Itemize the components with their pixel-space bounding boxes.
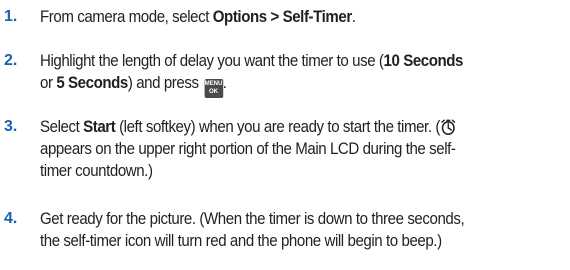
self-timer-icon	[441, 119, 456, 135]
start-softkey-label: Start	[83, 118, 116, 136]
step-text: Highlight the length of delay you want t…	[40, 50, 533, 98]
step-text-segment: or	[40, 74, 57, 92]
step-number: 3.	[4, 118, 18, 135]
step-text: From camera mode, select Options > Self-…	[40, 6, 533, 28]
step-text: Get ready for the picture. (When the tim…	[40, 208, 533, 252]
step-text: Select Start (left softkey) when you are…	[40, 116, 533, 182]
step-text-segment: the self-timer icon will turn red and th…	[40, 232, 442, 250]
option-10-seconds: 10 Seconds	[383, 52, 464, 70]
step-text-segment: (left softkey) when you are ready to sta…	[115, 118, 440, 136]
menu-path: Options > Self-Timer	[212, 8, 352, 26]
step-text-segment: .	[222, 74, 227, 92]
key-label-top: MENU	[204, 80, 223, 87]
step-text-segment: timer countdown.)	[40, 162, 153, 180]
step-text-segment: .	[351, 8, 356, 26]
step-text-segment: From camera mode, select	[40, 8, 213, 26]
step-text-segment: Get ready for the picture. (When the tim…	[40, 210, 465, 228]
step-number: 1.	[4, 8, 18, 25]
step-text-segment: appears on the upper right portion of th…	[40, 140, 456, 158]
key-label-bottom: OK	[208, 88, 219, 95]
menu-ok-key-icon: MENU OK	[204, 79, 223, 98]
step-text-segment: Select	[40, 118, 84, 136]
step-text-segment: Highlight the length of delay you want t…	[40, 52, 384, 70]
step-number: 4.	[4, 210, 18, 227]
option-5-seconds: 5 Seconds	[56, 74, 128, 92]
step-text-segment: ) and press	[127, 74, 203, 92]
step-number: 2.	[4, 52, 18, 69]
